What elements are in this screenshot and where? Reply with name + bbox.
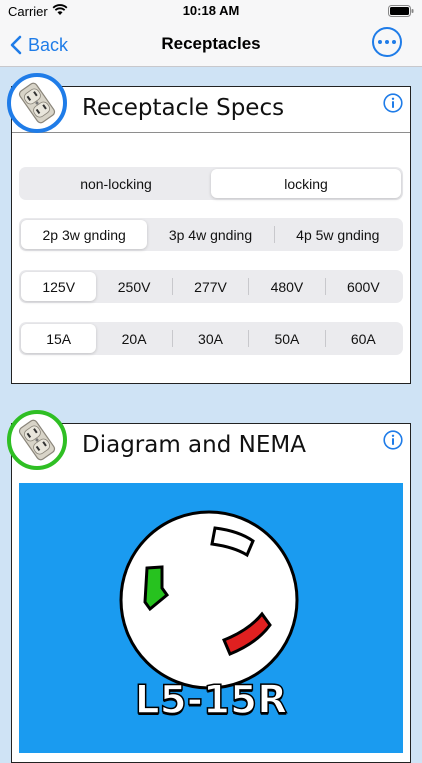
amperage-segmented-control: 15A 20A 30A 50A 60A	[19, 322, 403, 355]
dot	[392, 40, 396, 44]
info-icon[interactable]	[383, 430, 403, 450]
segment-50a[interactable]: 50A	[249, 324, 324, 353]
more-options-button[interactable]	[372, 27, 402, 57]
segment-600v[interactable]: 600V	[326, 272, 401, 301]
segment-125v[interactable]: 125V	[21, 272, 97, 301]
dot	[378, 40, 382, 44]
segment-15a[interactable]: 15A	[21, 324, 97, 353]
card-header: Receptacle Specs	[12, 87, 410, 133]
page-title: Receptacles	[161, 34, 261, 53]
dot	[385, 40, 389, 44]
diagram-nema-card: Diagram and NEMA L5-15R	[11, 423, 411, 763]
divider	[12, 132, 410, 133]
receptacle-icon	[18, 82, 56, 124]
segment-480v[interactable]: 480V	[249, 272, 324, 301]
card-header: Diagram and NEMA	[12, 424, 410, 470]
type-segmented-control: non-locking locking	[19, 167, 403, 200]
segment-non-locking[interactable]: non-locking	[21, 169, 211, 198]
receptacle-specs-card: Receptacle Specs non-locking locking 2p …	[11, 86, 411, 384]
battery-icon	[388, 5, 414, 17]
receptacle-specs-badge	[7, 73, 67, 133]
config-segmented-control: 2p 3w gnding 3p 4w gnding 4p 5w gnding	[19, 218, 403, 251]
segment-20a[interactable]: 20A	[96, 324, 171, 353]
segment-3p-4w[interactable]: 3p 4w gnding	[147, 220, 273, 249]
segment-277v[interactable]: 277V	[173, 272, 248, 301]
segment-250v[interactable]: 250V	[96, 272, 171, 301]
info-icon[interactable]	[383, 93, 403, 113]
nema-label: L5-15R	[134, 677, 288, 724]
status-bar: Carrier 10:18 AM	[0, 0, 422, 24]
navigation-bar: Back Receptacles	[0, 24, 422, 67]
card-title: Receptacle Specs	[82, 95, 285, 121]
status-time: 10:18 AM	[182, 3, 240, 18]
segment-locking[interactable]: locking	[211, 169, 401, 198]
segment-4p-5w[interactable]: 4p 5w gnding	[275, 220, 401, 249]
segment-2p-3w[interactable]: 2p 3w gnding	[21, 220, 148, 249]
segment-30a[interactable]: 30A	[173, 324, 248, 353]
voltage-segmented-control: 125V 250V 277V 480V 600V	[19, 270, 403, 303]
segment-60a[interactable]: 60A	[326, 324, 401, 353]
receptacle-icon	[18, 419, 56, 461]
card-title: Diagram and NEMA	[82, 432, 306, 458]
diagram-nema-badge	[7, 410, 67, 470]
